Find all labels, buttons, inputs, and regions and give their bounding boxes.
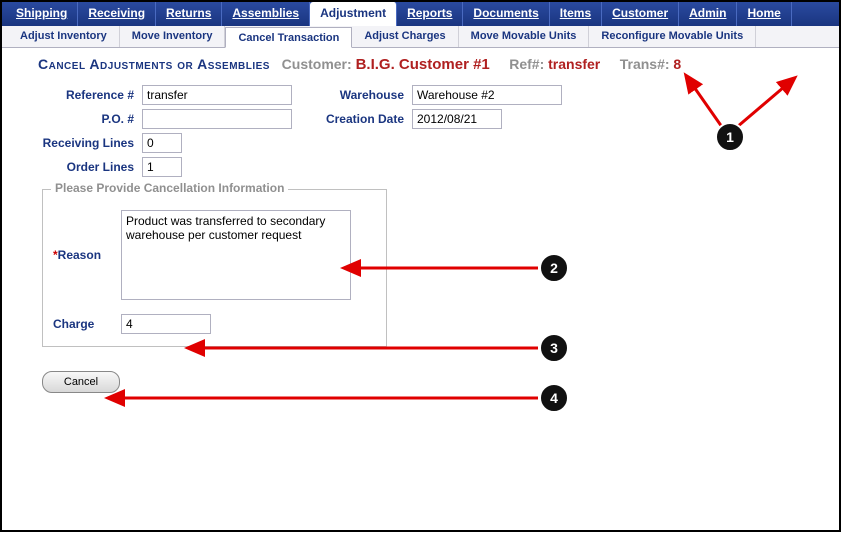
creation-date-label: Creation Date	[322, 112, 412, 126]
tab-items[interactable]: Items	[550, 2, 602, 26]
subtab-move-inventory[interactable]: Move Inventory	[120, 26, 226, 47]
subtab-adjust-inventory[interactable]: Adjust Inventory	[8, 26, 120, 47]
tab-customer[interactable]: Customer	[602, 2, 679, 26]
cancellation-legend: Please Provide Cancellation Information	[51, 181, 288, 195]
po-label: P.O. #	[22, 112, 142, 126]
tab-returns[interactable]: Returns	[156, 2, 222, 26]
tab-documents[interactable]: Documents	[463, 2, 549, 26]
receiving-lines-label: Receiving Lines	[22, 136, 142, 150]
tab-reports[interactable]: Reports	[397, 2, 463, 26]
charge-input[interactable]	[121, 314, 211, 334]
reference-label: Reference #	[22, 88, 142, 102]
creation-date-input[interactable]	[412, 109, 502, 129]
tab-receiving[interactable]: Receiving	[78, 2, 156, 26]
subtab-reconfigure-movable-units[interactable]: Reconfigure Movable Units	[589, 26, 756, 47]
tab-assemblies[interactable]: Assemblies	[222, 2, 310, 26]
tab-admin[interactable]: Admin	[679, 2, 737, 26]
cancellation-fieldset: Please Provide Cancellation Information …	[42, 189, 387, 347]
po-input[interactable]	[142, 109, 292, 129]
subtab-move-movable-units[interactable]: Move Movable Units	[459, 26, 590, 47]
form-area: Reference # Warehouse P.O. # Creation Da…	[2, 77, 839, 397]
customer-label: Customer:	[282, 56, 352, 72]
order-lines-label: Order Lines	[22, 160, 142, 174]
subtab-cancel-transaction[interactable]: Cancel Transaction	[225, 27, 352, 48]
charge-label: Charge	[53, 317, 121, 331]
page-header: Cancel Adjustments or Assemblies Custome…	[2, 48, 839, 77]
customer-value: B.I.G. Customer #1	[356, 56, 490, 73]
reason-label: *Reason	[53, 248, 121, 262]
tab-adjustment[interactable]: Adjustment	[310, 2, 397, 26]
receiving-lines-input[interactable]	[142, 133, 182, 153]
page-title: Cancel Adjustments or Assemblies	[38, 56, 270, 72]
warehouse-label: Warehouse	[322, 88, 412, 102]
reason-textarea[interactable]	[121, 210, 351, 300]
order-lines-input[interactable]	[142, 157, 182, 177]
subtab-adjust-charges[interactable]: Adjust Charges	[352, 26, 458, 47]
sub-nav: Adjust Inventory Move Inventory Cancel T…	[2, 26, 839, 48]
trans-label: Trans#:	[620, 56, 670, 72]
trans-value: 8	[673, 56, 681, 72]
tab-home[interactable]: Home	[737, 2, 791, 26]
reference-input[interactable]	[142, 85, 292, 105]
warehouse-input[interactable]	[412, 85, 562, 105]
top-nav: Shipping Receiving Returns Assemblies Ad…	[2, 2, 839, 26]
ref-label: Ref#:	[509, 56, 544, 72]
tab-shipping[interactable]: Shipping	[6, 2, 78, 26]
cancel-button[interactable]: Cancel	[42, 371, 120, 393]
ref-value: transfer	[548, 56, 600, 72]
